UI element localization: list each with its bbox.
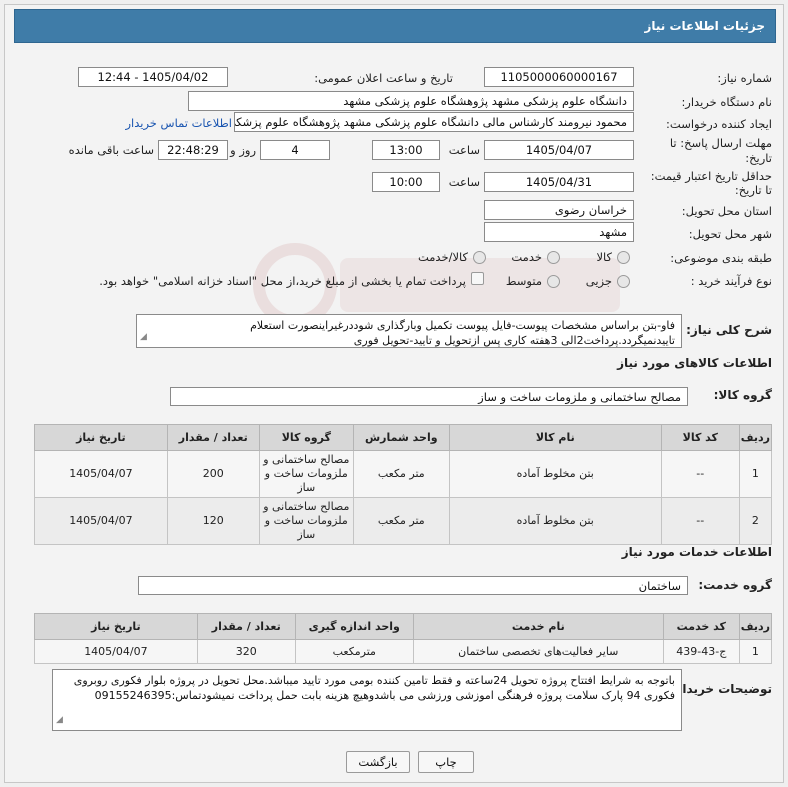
buyer-notes-text: باتوجه به شرایط افتتاح پروژه تحویل 24ساع… bbox=[73, 674, 675, 702]
category-radio-goods-service[interactable] bbox=[473, 251, 486, 264]
buyer-org-label: نام دستگاه خریدار: bbox=[681, 95, 772, 109]
send-time-field: 13:00 bbox=[372, 140, 440, 160]
price-time-field: 10:00 bbox=[372, 172, 440, 192]
need-number-label: شماره نیاز: bbox=[717, 71, 772, 85]
send-date-field: 1405/04/07 bbox=[484, 140, 634, 160]
buyer-notes-textarea: باتوجه به شرایط افتتاح پروژه تحویل 24ساع… bbox=[52, 669, 682, 731]
buyer-contact-link[interactable]: اطلاعات تماس خریدار bbox=[125, 116, 232, 130]
remaining-time-field: 22:48:29 bbox=[158, 140, 228, 160]
category-option-goods-service: کالا/خدمت bbox=[417, 250, 468, 264]
buyer-notes-label: توضیحات خریدار: bbox=[670, 682, 772, 696]
description-textarea: فاو-بتن براساس مشخصات پیوست-فایل پیوست ت… bbox=[136, 314, 682, 348]
goods-col-code: کد کالا bbox=[660, 424, 740, 451]
goods-row-date: 1405/04/07 bbox=[34, 450, 168, 498]
services-group-field: ساختمان bbox=[138, 576, 688, 595]
goods-col-qty: تعداد / مقدار bbox=[166, 424, 260, 451]
description-text: فاو-بتن براساس مشخصات پیوست-فایل پیوست ت… bbox=[250, 319, 675, 347]
page-title: جزئیات اطلاعات نیاز bbox=[14, 9, 776, 43]
goods-section-title: اطلاعات کالاهای مورد نیاز bbox=[617, 356, 772, 370]
goods-col-row: ردیف bbox=[738, 424, 773, 451]
services-col-date: تاریخ نیاز bbox=[34, 613, 198, 640]
send-deadline-date-label: تاریخ: bbox=[745, 151, 772, 165]
category-radio-service[interactable] bbox=[547, 251, 560, 264]
goods-row-number: 2 bbox=[738, 497, 773, 545]
services-table: ردیف کد خدمت نام خدمت واحد اندازه گیری ت… bbox=[34, 613, 773, 664]
description-label: شرح کلی نیاز: bbox=[686, 323, 772, 337]
table-row[interactable]: 2 -- بتن مخلوط آماده متر مکعب مصالح ساخت… bbox=[34, 497, 773, 545]
purchase-radio-minor[interactable] bbox=[617, 275, 630, 288]
goods-row-group: مصالح ساختمانی و ملزومات ساخت و ساز bbox=[258, 450, 354, 498]
goods-table-header: ردیف کد کالا نام کالا واحد شمارش گروه کا… bbox=[34, 424, 773, 451]
price-time-label: ساعت bbox=[448, 175, 480, 189]
city-field: مشهد bbox=[484, 222, 634, 242]
price-date-field: 1405/04/31 bbox=[484, 172, 634, 192]
services-row-date: 1405/04/07 bbox=[34, 639, 198, 664]
province-field: خراسان رضوی bbox=[484, 200, 634, 220]
services-col-qty: تعداد / مقدار bbox=[196, 613, 296, 640]
services-row-name: سایر فعالیت‌های تخصصی ساختمان bbox=[412, 639, 664, 664]
print-button[interactable]: چاپ bbox=[418, 751, 474, 773]
days-field: 4 bbox=[260, 140, 330, 160]
goods-row-code: -- bbox=[660, 497, 740, 545]
services-group-label: گروه خدمت: bbox=[698, 578, 772, 592]
services-col-name: نام خدمت bbox=[412, 613, 664, 640]
goods-row-name: بتن مخلوط آماده bbox=[448, 450, 662, 498]
table-row[interactable]: 1 ج-43-439 سایر فعالیت‌های تخصصی ساختمان… bbox=[34, 639, 773, 664]
price-validity-label: حداقل تاریخ اعتبار قیمت: bbox=[650, 169, 772, 183]
goods-row-number: 1 bbox=[738, 450, 773, 498]
category-option-goods: کالا bbox=[596, 250, 612, 264]
back-button[interactable]: بازگشت bbox=[346, 751, 410, 773]
goods-row-group: مصالح ساختمانی و ملزومات ساخت و ساز bbox=[258, 497, 354, 545]
goods-row-unit: متر مکعب bbox=[352, 450, 450, 498]
services-row-unit: مترمکعب bbox=[294, 639, 414, 664]
purchase-option-minor: جزیی bbox=[585, 274, 612, 288]
days-label: روز و bbox=[230, 143, 256, 157]
goods-row-unit: متر مکعب bbox=[352, 497, 450, 545]
buyer-org-field: دانشگاه علوم پزشکی مشهد پژوهشگاه علوم پز… bbox=[188, 91, 634, 111]
purchase-option-medium: متوسط bbox=[505, 274, 542, 288]
goods-table: ردیف کد کالا نام کالا واحد شمارش گروه کا… bbox=[34, 424, 773, 545]
goods-col-unit: واحد شمارش bbox=[352, 424, 450, 451]
services-col-unit: واحد اندازه گیری bbox=[294, 613, 414, 640]
category-option-service: خدمت bbox=[511, 250, 542, 264]
goods-row-name: بتن مخلوط آماده bbox=[448, 497, 662, 545]
services-row-qty: 320 bbox=[196, 639, 296, 664]
goods-row-qty: 120 bbox=[166, 497, 260, 545]
goods-col-name: نام کالا bbox=[448, 424, 662, 451]
payment-treasury-checkbox[interactable] bbox=[471, 272, 484, 285]
services-section-title: اطلاعات خدمات مورد نیاز bbox=[621, 545, 772, 559]
send-deadline-label: مهلت ارسال پاسخ: تا bbox=[669, 136, 772, 150]
price-validity-date-label: تا تاریخ: bbox=[734, 183, 772, 197]
category-radio-goods[interactable] bbox=[617, 251, 630, 264]
services-col-code: کد خدمت bbox=[662, 613, 740, 640]
province-label: استان محل تحویل: bbox=[681, 204, 772, 218]
send-time-label: ساعت bbox=[448, 143, 480, 157]
goods-row-date: 1405/04/07 bbox=[34, 497, 168, 545]
purchase-type-label: نوع فرآیند خرید : bbox=[690, 274, 772, 288]
purchase-radio-medium[interactable] bbox=[547, 275, 560, 288]
goods-group-field: مصالح ساختمانی و ملزومات ساخت و ساز bbox=[170, 387, 688, 406]
need-number-field: 1105000060000167 bbox=[484, 67, 634, 87]
goods-row-code: -- bbox=[660, 450, 740, 498]
city-label: شهر محل تحویل: bbox=[688, 227, 772, 241]
table-row[interactable]: 1 -- بتن مخلوط آماده متر مکعب مصالح ساخت… bbox=[34, 450, 773, 498]
announce-field: 1405/04/02 - 12:44 bbox=[78, 67, 228, 87]
announce-label: تاریخ و ساعت اعلان عمومی: bbox=[314, 71, 453, 85]
payment-treasury-text: پرداخت تمام یا بخشی از مبلغ خرید،از محل … bbox=[99, 274, 466, 288]
services-col-row: ردیف bbox=[738, 613, 773, 640]
resize-grip-icon[interactable]: ◢ bbox=[140, 330, 147, 345]
services-table-header: ردیف کد خدمت نام خدمت واحد اندازه گیری ت… bbox=[34, 613, 773, 640]
goods-col-group: گروه کالا bbox=[258, 424, 354, 451]
remaining-label: ساعت باقی مانده bbox=[68, 143, 154, 157]
services-row-number: 1 bbox=[738, 639, 773, 664]
requester-field: محمود نیرومند کارشناس مالی دانشگاه علوم … bbox=[234, 112, 634, 132]
category-label: طبقه بندی موضوعی: bbox=[670, 251, 772, 265]
goods-row-qty: 200 bbox=[166, 450, 260, 498]
resize-grip-icon[interactable]: ◢ bbox=[56, 713, 63, 728]
services-row-code: ج-43-439 bbox=[662, 639, 740, 664]
goods-group-label: گروه کالا: bbox=[713, 388, 772, 402]
goods-col-date: تاریخ نیاز bbox=[34, 424, 168, 451]
requester-label: ایجاد کننده درخواست: bbox=[666, 117, 772, 131]
